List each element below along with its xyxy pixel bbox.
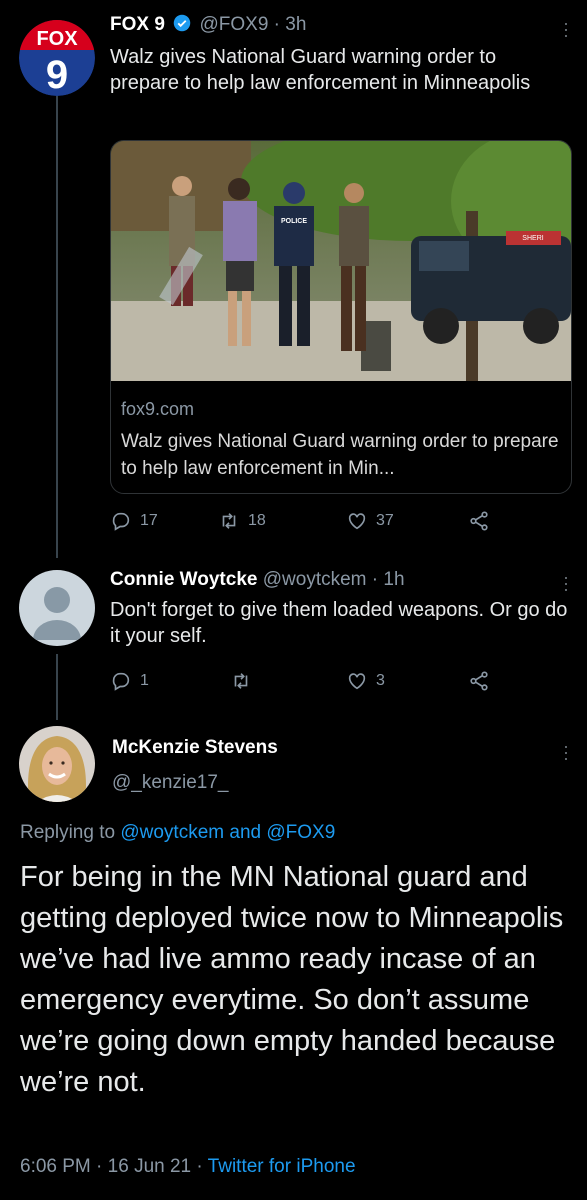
retweet-button[interactable]: 18	[218, 510, 266, 532]
tweet-time: · 3h	[273, 14, 307, 35]
replying-and: and	[224, 822, 267, 843]
tweet2-header: Connie Woytcke @woytckem · 1h	[110, 569, 405, 591]
like-button[interactable]: 3	[346, 670, 385, 692]
tweet-time: 6:06 PM	[20, 1156, 91, 1177]
replying-prefix: Replying to	[20, 822, 121, 843]
tweet3-name[interactable]: McKenzie Stevens	[112, 737, 278, 759]
author-handle[interactable]: @woytckem	[263, 569, 367, 590]
reply-button[interactable]: 17	[110, 510, 158, 532]
thread-line-2	[56, 654, 58, 720]
retweet-count: 18	[248, 512, 266, 529]
thread-line-1	[56, 96, 58, 558]
verified-icon	[173, 14, 191, 32]
like-count: 37	[376, 512, 394, 529]
tweet-time: · 1h	[371, 569, 405, 590]
mention-link[interactable]: @woytckem	[120, 822, 224, 843]
meta-separator: ·	[90, 1156, 108, 1177]
retweet-icon	[222, 513, 236, 529]
reply-button[interactable]: 1	[110, 670, 149, 692]
tweet2-actions: 1 3	[110, 670, 500, 696]
like-icon	[348, 513, 366, 530]
tweet-source-link[interactable]: Twitter for iPhone	[208, 1156, 356, 1177]
mention-link[interactable]: @FOX9	[266, 822, 335, 843]
tweet-date: 16 Jun 21	[107, 1156, 192, 1177]
user-avatar[interactable]	[19, 726, 95, 802]
fox-logo-number: 9	[46, 53, 68, 96]
reply-count: 17	[140, 512, 158, 529]
share-icon	[470, 671, 488, 691]
tweet2-text: Don't forget to give them loaded weapons…	[110, 599, 568, 647]
card-image: SHERI POLICE	[111, 141, 571, 381]
share-icon	[470, 511, 488, 531]
card-title: Walz gives National Guard warning order …	[121, 431, 559, 479]
like-button[interactable]: 37	[346, 510, 394, 532]
meta-separator: ·	[191, 1156, 208, 1177]
fox-logo-text: FOX	[36, 28, 78, 50]
tweet3-handle[interactable]: @_kenzie17_	[112, 772, 228, 794]
reply-count: 1	[140, 672, 149, 689]
tweet1-header: FOX 9 @FOX9 · 3h	[110, 14, 306, 36]
replying-to: Replying to @woytckem and @FOX9	[20, 822, 335, 844]
tweet1-actions: 17 18 37	[110, 510, 500, 536]
reply-icon	[112, 512, 130, 531]
tweet-meta: 6:06 PM · 16 Jun 21 · Twitter for iPhone	[20, 1156, 356, 1178]
default-avatar[interactable]	[19, 570, 95, 646]
retweet-icon	[234, 673, 248, 689]
author-name[interactable]: Connie Woytcke	[110, 569, 257, 590]
reply-icon	[112, 672, 130, 691]
fox9-avatar[interactable]: FOX 9	[19, 20, 95, 96]
author-handle[interactable]: @_kenzie17_	[112, 772, 228, 793]
tweet3-text: For being in the MN National guard and g…	[20, 861, 564, 1098]
more-icon[interactable]: · · ·	[561, 14, 571, 44]
author-handle[interactable]: @FOX9	[199, 14, 268, 35]
more-icon[interactable]: · · ·	[561, 737, 571, 767]
author-name[interactable]: McKenzie Stevens	[112, 737, 278, 758]
more-icon[interactable]: · · ·	[561, 568, 571, 598]
tweet1-text: Walz gives National Guard warning order …	[110, 46, 531, 94]
author-name[interactable]: FOX 9	[110, 14, 165, 35]
like-icon	[348, 673, 366, 690]
police-vest-text: POLICE	[281, 218, 307, 225]
like-count: 3	[376, 672, 385, 689]
share-button[interactable]	[468, 670, 498, 692]
share-button[interactable]	[468, 510, 498, 532]
card-domain: fox9.com	[121, 399, 195, 419]
retweet-button[interactable]	[230, 670, 260, 692]
link-card[interactable]: SHERI POLICE fox9.com Walz gives Nationa…	[110, 140, 572, 494]
sheriff-text: SHERI	[522, 235, 543, 242]
